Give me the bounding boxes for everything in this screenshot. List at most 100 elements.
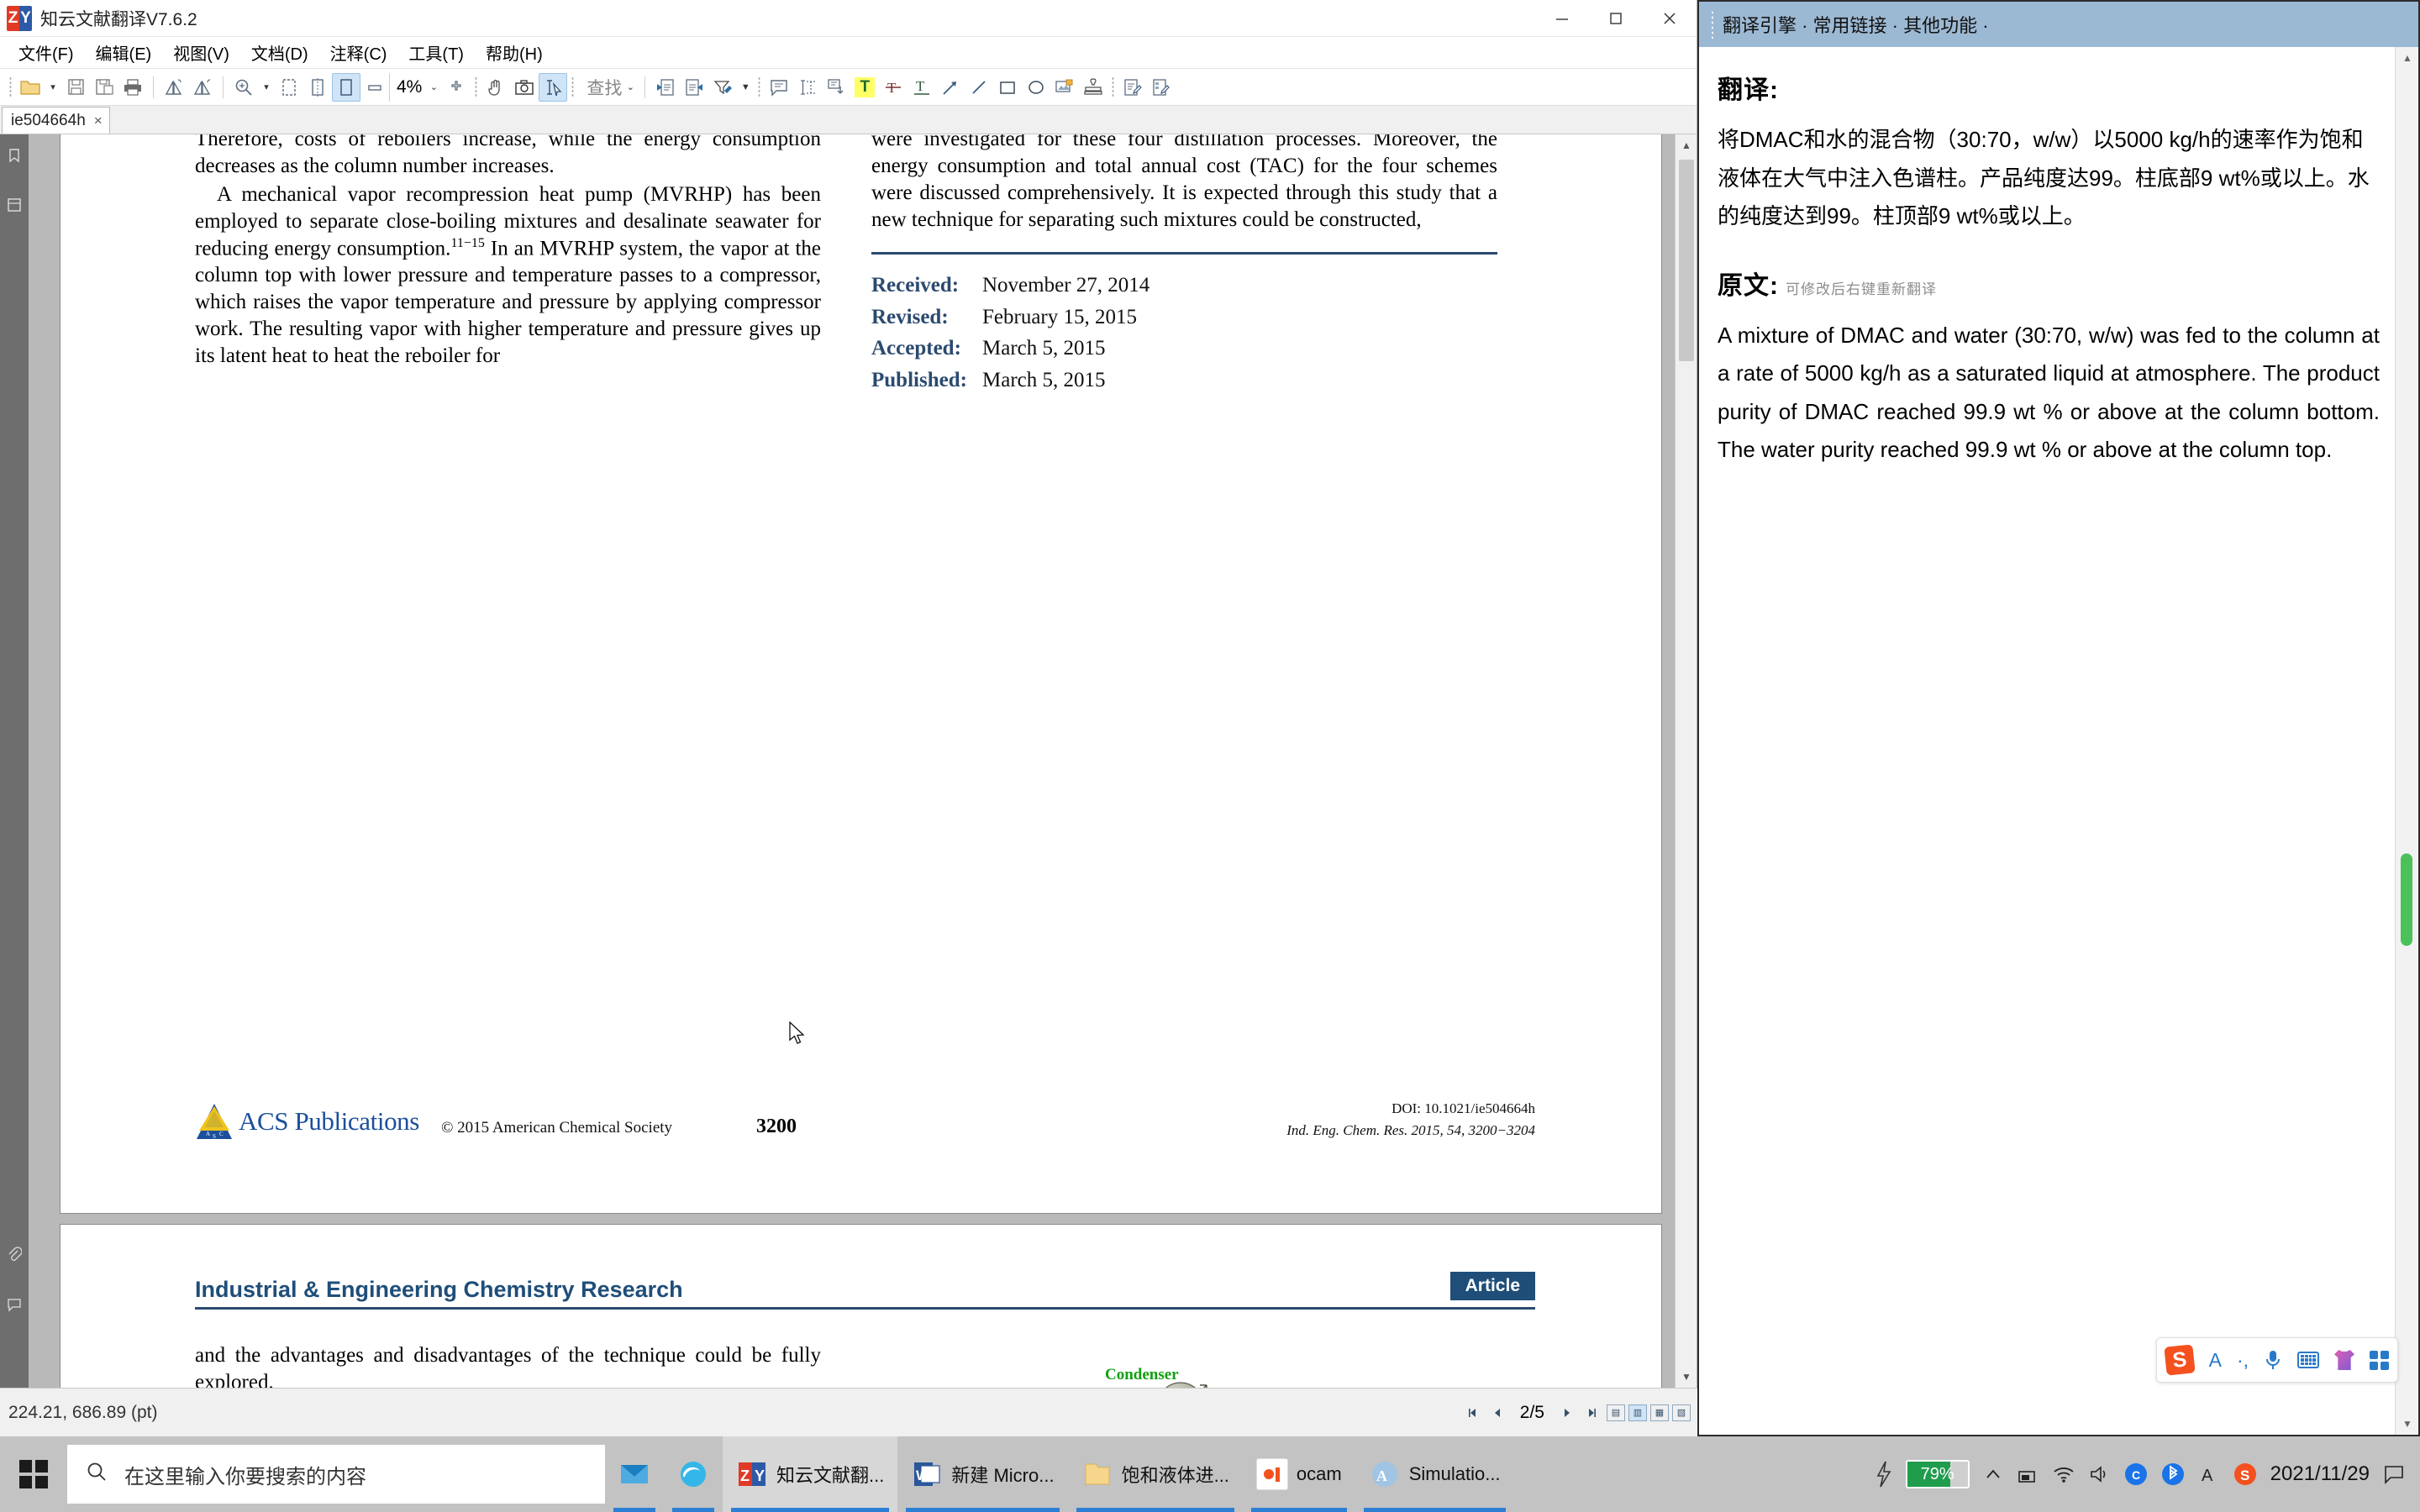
previous-page-button[interactable] — [1486, 1402, 1508, 1424]
highlight-text-icon[interactable]: T — [850, 73, 879, 102]
text-box-icon[interactable] — [822, 73, 850, 102]
taskbar-item-mail[interactable] — [605, 1436, 664, 1512]
translation-menu[interactable]: 翻译引擎 · 常用链接 · 其他功能 · — [1723, 11, 1989, 38]
onedrive-icon[interactable] — [2017, 1464, 2039, 1484]
menu-help[interactable]: 帮助(H) — [477, 39, 551, 66]
strikethrough-icon[interactable]: T — [879, 73, 908, 102]
save-icon[interactable] — [61, 73, 90, 102]
save-as-icon[interactable] — [90, 73, 118, 102]
print-icon[interactable] — [118, 73, 147, 102]
menu-comment[interactable]: 注释(C) — [322, 39, 396, 66]
zoom-dropdown-caret[interactable]: ▾ — [258, 81, 275, 92]
previous-view-icon[interactable] — [651, 73, 680, 102]
sticky-note-icon[interactable] — [765, 73, 793, 102]
volume-icon[interactable] — [2089, 1464, 2111, 1484]
stamp-icon[interactable] — [1079, 73, 1107, 102]
toolbar-grip-3[interactable] — [571, 76, 575, 98]
zoom-level-caret[interactable]: ⌄ — [425, 81, 442, 92]
menu-view[interactable]: 视图(V) — [165, 39, 238, 66]
punctuation-icon[interactable]: ·, — [2237, 1349, 2249, 1372]
fit-width-icon[interactable] — [332, 72, 360, 102]
open-dropdown-caret[interactable]: ▾ — [45, 81, 61, 92]
next-view-icon[interactable] — [680, 73, 708, 102]
toolbox-icon[interactable] — [2370, 1350, 2389, 1370]
rotate-right-icon[interactable] — [188, 73, 217, 102]
zoom-out-icon[interactable] — [360, 73, 389, 102]
sign-icon[interactable] — [1118, 73, 1147, 102]
first-page-button[interactable] — [1461, 1402, 1483, 1424]
zoom-tool-icon[interactable] — [229, 73, 258, 102]
text-edit-icon[interactable] — [793, 73, 822, 102]
pdf-vertical-scrollbar[interactable]: ▲ ▼ — [1675, 134, 1697, 1388]
taskbar-item-ocam[interactable]: ocam — [1243, 1436, 1355, 1512]
sogou-tray-icon[interactable]: S — [2233, 1462, 2257, 1486]
form-icon[interactable] — [1147, 73, 1176, 102]
last-page-button[interactable] — [1581, 1402, 1603, 1424]
find-control[interactable]: 查找 ⌄ — [578, 75, 639, 100]
facing-view-button[interactable]: ▦ — [1650, 1404, 1669, 1421]
thumbnails-icon[interactable] — [7, 197, 22, 217]
arrow-icon[interactable] — [936, 73, 965, 102]
menu-edit[interactable]: 编辑(E) — [87, 39, 160, 66]
close-button[interactable] — [1643, 0, 1697, 37]
input-method-icon[interactable]: A — [2198, 1463, 2220, 1485]
close-tab-icon[interactable]: × — [94, 113, 103, 129]
minimize-button[interactable] — [1535, 0, 1589, 37]
view-options-button[interactable]: ▧ — [1672, 1404, 1691, 1421]
zoom-in-icon[interactable] — [442, 73, 471, 102]
toolbar-grip-2[interactable] — [475, 76, 478, 98]
fit-page-icon[interactable] — [275, 73, 303, 102]
menu-file[interactable]: 文件(F) — [10, 39, 82, 66]
soft-keyboard-icon[interactable] — [2297, 1352, 2319, 1368]
line-icon[interactable] — [965, 73, 993, 102]
continuous-view-button[interactable]: ▥ — [1628, 1404, 1647, 1421]
voice-input-icon[interactable] — [2264, 1349, 2282, 1371]
start-button[interactable] — [0, 1436, 67, 1512]
attachments-icon[interactable] — [7, 1247, 23, 1268]
show-hidden-icons-chevron-up-icon[interactable] — [1983, 1464, 2003, 1484]
document-tab[interactable]: ie504664h × — [2, 107, 110, 134]
highlight-pen-icon[interactable] — [708, 73, 737, 102]
menu-tools[interactable]: 工具(T) — [400, 39, 472, 66]
hand-tool-icon[interactable] — [481, 73, 510, 102]
taskbar-item-word[interactable]: W 新建 Micro... — [897, 1436, 1067, 1512]
battery-indicator[interactable]: 79% — [1905, 1460, 1970, 1488]
fit-height-icon[interactable] — [303, 73, 332, 102]
bookmarks-icon[interactable] — [7, 148, 22, 167]
rotate-left-icon[interactable] — [160, 73, 188, 102]
taskbar-item-aspen[interactable]: A Simulatio... — [1355, 1436, 1514, 1512]
rectangle-icon[interactable] — [993, 73, 1022, 102]
taskbar-search-box[interactable]: 在这里输入你要搜索的内容 — [67, 1445, 605, 1504]
toolbar-grip-4[interactable] — [758, 76, 761, 98]
single-page-view-button[interactable]: ▤ — [1607, 1404, 1625, 1421]
find-caret[interactable]: ⌄ — [622, 81, 639, 92]
snapshot-icon[interactable] — [510, 73, 539, 102]
chinese-english-toggle-icon[interactable]: A — [2209, 1349, 2222, 1372]
translation-scroll-thumb[interactable] — [2401, 853, 2412, 946]
underline-icon[interactable]: T — [908, 73, 936, 102]
pen-dropdown-caret[interactable]: ▼ — [737, 82, 754, 92]
taskbar-item-folder[interactable]: 饱和液体进... — [1068, 1436, 1243, 1512]
ellipse-icon[interactable] — [1022, 73, 1050, 102]
sogou-logo-icon[interactable]: S — [2163, 1344, 2196, 1376]
pdf-pages-area[interactable]: column. It implies that the temperature … — [29, 134, 1675, 1388]
translation-scroll-up[interactable]: ▲ — [2396, 47, 2419, 69]
wifi-icon[interactable] — [2052, 1464, 2075, 1484]
bluetooth-icon[interactable] — [2161, 1462, 2185, 1486]
toolbar-grip[interactable] — [9, 76, 12, 98]
scroll-down-arrow[interactable]: ▼ — [1676, 1366, 1697, 1388]
scroll-thumb[interactable] — [1679, 160, 1694, 361]
menu-document[interactable]: 文档(D) — [243, 39, 317, 66]
taskbar-item-zhiyun[interactable]: ZY 知云文献翻... — [723, 1436, 898, 1512]
source-text[interactable]: A mixture of DMAC and water (30:70, w/w)… — [1718, 317, 2380, 470]
skin-icon[interactable] — [2334, 1350, 2354, 1370]
toolbar-grip-5[interactable] — [1112, 76, 1115, 98]
maximize-button[interactable] — [1589, 0, 1643, 37]
scroll-up-arrow[interactable]: ▲ — [1676, 134, 1697, 156]
action-center-icon[interactable] — [2383, 1463, 2405, 1485]
taskbar-clock[interactable]: 2021/11/29 — [2270, 1462, 2370, 1485]
page-indicator[interactable]: 2/5 — [1520, 1403, 1544, 1423]
tencent-qq-icon[interactable]: C — [2124, 1462, 2148, 1486]
select-text-icon[interactable] — [539, 72, 568, 102]
comments-icon[interactable] — [7, 1298, 22, 1317]
